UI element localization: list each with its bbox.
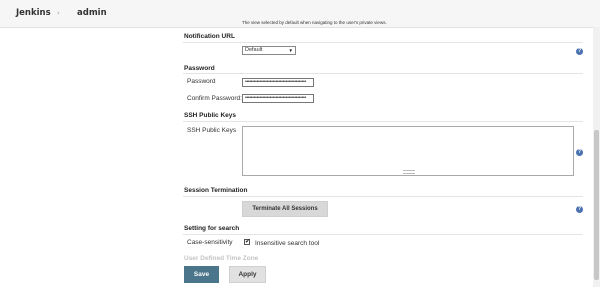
ssh-keys-textarea[interactable] [242, 126, 574, 176]
session-termination-heading: Session Termination [184, 187, 248, 194]
breadcrumb-admin[interactable]: admin [77, 8, 107, 18]
apply-button[interactable]: Apply [229, 266, 266, 283]
terminate-all-sessions-button[interactable]: Terminate All Sessions [242, 201, 328, 217]
resize-grip-icon[interactable] [403, 170, 415, 174]
breadcrumb-chevron-icon: › [57, 9, 60, 17]
divider [183, 196, 583, 197]
notification-url-select[interactable]: Default ▼ [242, 46, 296, 55]
help-icon[interactable]: ? [576, 206, 583, 213]
confirm-password-field[interactable]: ••••••••••••••••••••••••••••••••••••••••… [242, 94, 314, 103]
time-zone-heading: User Defined Time Zone [184, 255, 259, 262]
password-heading: Password [184, 65, 215, 72]
help-icon[interactable]: ? [576, 48, 583, 55]
divider [183, 73, 583, 74]
insensitive-search-label[interactable]: Insensitive search tool [255, 240, 319, 247]
case-sensitivity-label: Case-sensitivity [187, 239, 233, 246]
divider [183, 42, 583, 43]
password-field[interactable]: ••••••••••••••••••••••••••••••••••••••••… [242, 78, 314, 87]
help-icon[interactable]: ? [576, 149, 583, 156]
save-button[interactable]: Save [184, 266, 219, 283]
confirm-password-label: Confirm Password: [187, 95, 242, 102]
default-view-hint: The view selected by default when naviga… [242, 20, 387, 25]
ssh-keys-label: SSH Public Keys [187, 127, 237, 134]
password-label: Password [187, 78, 216, 85]
insensitive-search-checkbox[interactable]: ✔ [244, 239, 250, 245]
page-scrollbar[interactable] [593, 27, 600, 287]
chevron-down-icon: ▼ [288, 48, 293, 53]
divider [183, 121, 583, 122]
divider [183, 234, 583, 235]
notification-url-heading: Notification URL [184, 33, 235, 40]
jenkins-home-link[interactable]: Jenkins [16, 8, 51, 18]
notification-url-value: Default [245, 47, 263, 53]
scrollbar-thumb[interactable] [594, 130, 599, 280]
ssh-keys-heading: SSH Public Keys [184, 112, 237, 119]
search-settings-heading: Setting for search [184, 225, 240, 232]
